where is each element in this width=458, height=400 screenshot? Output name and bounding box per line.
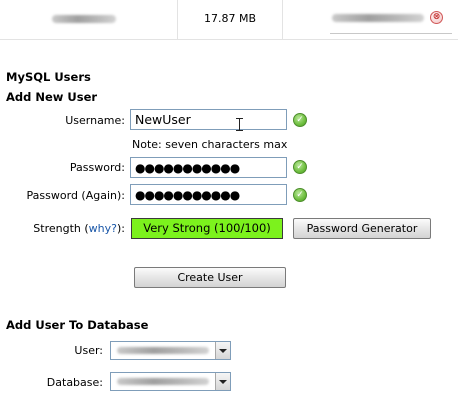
strength-label: Strength bbox=[33, 222, 81, 235]
file-table-row: 17.87 MB ⊗ bbox=[0, 0, 458, 40]
file-size: 17.87 MB bbox=[204, 12, 257, 25]
password-again-valid-check-icon: ✓ bbox=[293, 188, 307, 202]
redacted-filename bbox=[52, 15, 116, 23]
username-label: Username: bbox=[65, 114, 125, 127]
password-valid-check-icon: ✓ bbox=[293, 160, 307, 174]
username-input[interactable]: NewUser bbox=[130, 109, 287, 130]
user-select[interactable] bbox=[110, 341, 231, 360]
password-again-input[interactable]: ●●●●●●●●●●● bbox=[130, 184, 287, 205]
create-user-button[interactable]: Create User bbox=[134, 267, 286, 288]
redacted-user-value bbox=[117, 347, 209, 354]
database-select-label: Database: bbox=[46, 376, 103, 389]
password-again-label: Password (Again): bbox=[26, 189, 125, 202]
strength-paren-close: ): bbox=[117, 222, 125, 235]
strength-label-row: Strength (why?): bbox=[0, 222, 125, 235]
username-valid-check-icon: ✓ bbox=[293, 113, 307, 127]
strength-why-link[interactable]: why? bbox=[89, 222, 117, 235]
text-cursor-icon bbox=[236, 118, 243, 131]
username-note: Note: seven characters max bbox=[132, 138, 288, 151]
redacted-file-info bbox=[332, 14, 424, 22]
password-input[interactable]: ●●●●●●●●●●● bbox=[130, 157, 287, 178]
mysql-users-heading: MySQL Users bbox=[6, 70, 91, 84]
database-select[interactable] bbox=[110, 372, 231, 391]
user-select-label: User: bbox=[74, 344, 103, 357]
cell-underline bbox=[330, 33, 452, 34]
password-generator-button[interactable]: Password Generator bbox=[293, 218, 431, 239]
table-divider bbox=[177, 0, 178, 40]
chevron-down-icon[interactable] bbox=[215, 342, 230, 359]
password-again-value: ●●●●●●●●●●● bbox=[135, 188, 240, 202]
add-user-to-database-heading: Add User To Database bbox=[6, 318, 149, 332]
username-value: NewUser bbox=[135, 112, 191, 127]
chevron-down-icon[interactable] bbox=[215, 373, 230, 390]
table-divider bbox=[282, 0, 283, 40]
password-value: ●●●●●●●●●●● bbox=[135, 161, 240, 175]
password-label: Password: bbox=[69, 161, 125, 174]
delete-icon[interactable]: ⊗ bbox=[430, 11, 443, 24]
strength-meter: Very Strong (100/100) bbox=[131, 218, 283, 239]
add-new-user-heading: Add New User bbox=[6, 90, 98, 104]
redacted-database-value bbox=[117, 378, 209, 385]
